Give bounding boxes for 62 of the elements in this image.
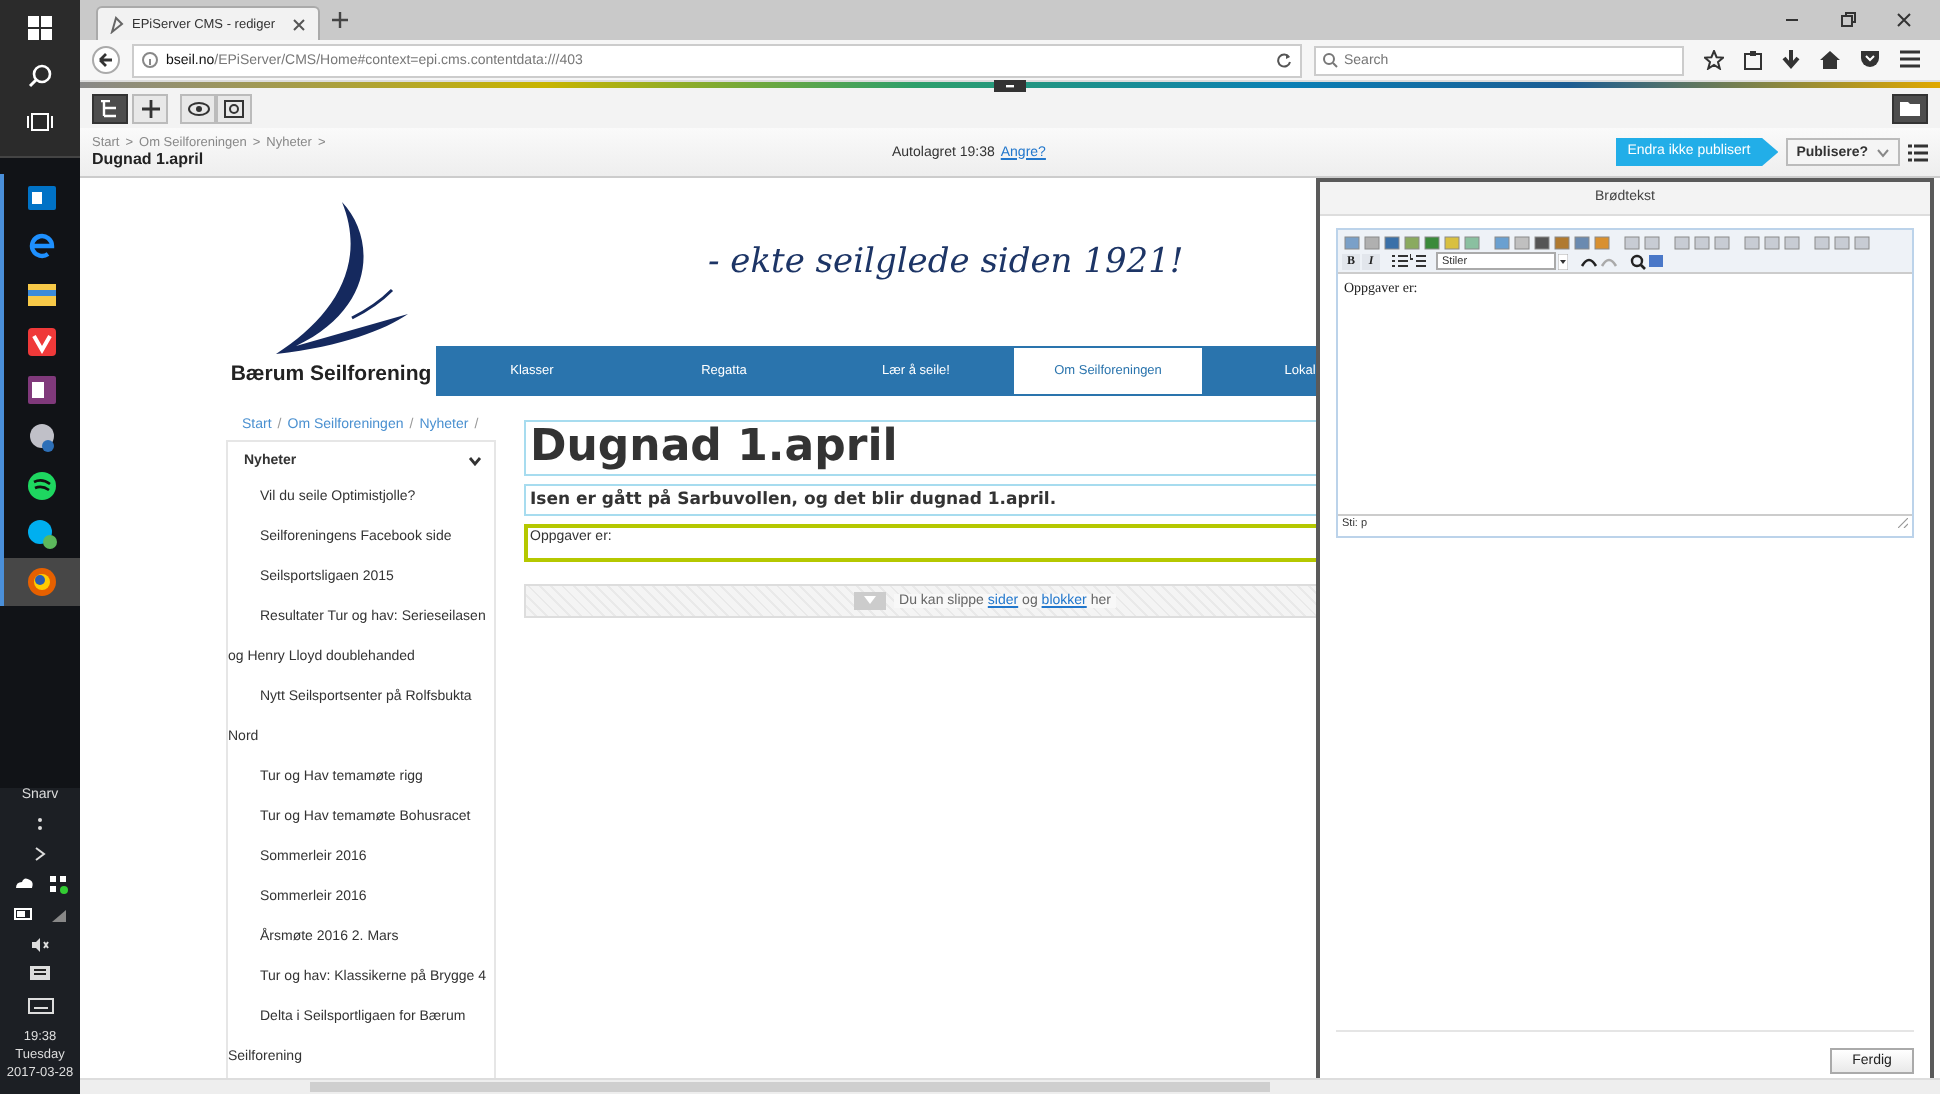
folder-icon: [1900, 100, 1920, 116]
notification-icon[interactable]: [30, 966, 50, 984]
new-tab-icon[interactable]: [332, 12, 348, 28]
list-icon[interactable]: [1908, 143, 1928, 161]
resize-grip-icon[interactable]: [1898, 518, 1908, 528]
pocket-icon[interactable]: [1860, 50, 1880, 68]
task-view-icon[interactable]: [26, 112, 54, 132]
undo-icon[interactable]: [1580, 255, 1598, 267]
battery-icon[interactable]: [13, 908, 33, 920]
reload-icon[interactable]: [1276, 52, 1292, 68]
caret-icon: [1876, 147, 1890, 157]
info-icon[interactable]: [142, 52, 158, 68]
tree-icon: [100, 99, 120, 117]
edge-app-icon: [26, 230, 58, 262]
vivaldi-app-icon: [26, 326, 58, 358]
dots-icon[interactable]: [36, 816, 44, 832]
skype-app-icon: [26, 518, 58, 550]
close-icon[interactable]: [292, 17, 306, 31]
search-icon[interactable]: [28, 64, 52, 88]
preview-button[interactable]: [216, 93, 252, 123]
clipboard-icon[interactable]: [1744, 50, 1762, 70]
back-icon[interactable]: [92, 46, 120, 74]
assets-button[interactable]: [1892, 93, 1928, 123]
remote-app-icon: [26, 422, 58, 454]
search-icon[interactable]: [1630, 253, 1646, 269]
start-icon[interactable]: [28, 16, 52, 40]
page-title: Dugnad 1.april: [92, 150, 206, 168]
taskbar-app-button[interactable]: [0, 558, 80, 606]
tab-page-icon: [110, 15, 124, 33]
chevron-right-icon[interactable]: [34, 846, 46, 862]
outlook-app-icon: [26, 182, 58, 214]
restore-icon[interactable]: [1840, 12, 1856, 28]
preview-icon: [224, 99, 244, 117]
chevron-down-icon[interactable]: [468, 455, 482, 465]
cloud-icon[interactable]: [13, 876, 33, 890]
horizontal-scrollbar[interactable]: [80, 1078, 1940, 1094]
add-button[interactable]: [132, 93, 168, 123]
numbered-list-icon[interactable]: [1410, 254, 1426, 268]
star-icon[interactable]: [1704, 50, 1724, 70]
spotify-app-icon: [26, 470, 58, 502]
speaker-muted-icon[interactable]: [30, 938, 50, 952]
tagline: - ekte seilglede siden 1921!: [708, 242, 1184, 282]
close-icon[interactable]: [1896, 12, 1912, 28]
image-icon[interactable]: [1648, 254, 1664, 268]
dropdown-caret-icon[interactable]: [1558, 253, 1568, 269]
view-button[interactable]: [180, 93, 216, 123]
page-tree-button[interactable]: [92, 93, 128, 123]
bullet-list-icon[interactable]: [1392, 254, 1408, 268]
home-icon[interactable]: [1820, 50, 1840, 70]
files-app-icon: [26, 278, 58, 310]
eye-icon: [187, 101, 209, 115]
menu-icon[interactable]: [1900, 50, 1920, 68]
club-name: Bærum Seilforening: [230, 362, 432, 386]
firefox-app-icon: [26, 566, 58, 598]
plus-icon: [141, 99, 159, 117]
download-icon[interactable]: [1782, 50, 1800, 70]
wifi-icon[interactable]: [49, 908, 67, 924]
onenote-app-icon: [26, 374, 58, 406]
search-icon: [1322, 52, 1338, 68]
keyboard-icon[interactable]: [27, 998, 53, 1014]
collapse-handle-icon[interactable]: [994, 80, 1026, 92]
apps-grid-icon[interactable]: [49, 876, 67, 894]
